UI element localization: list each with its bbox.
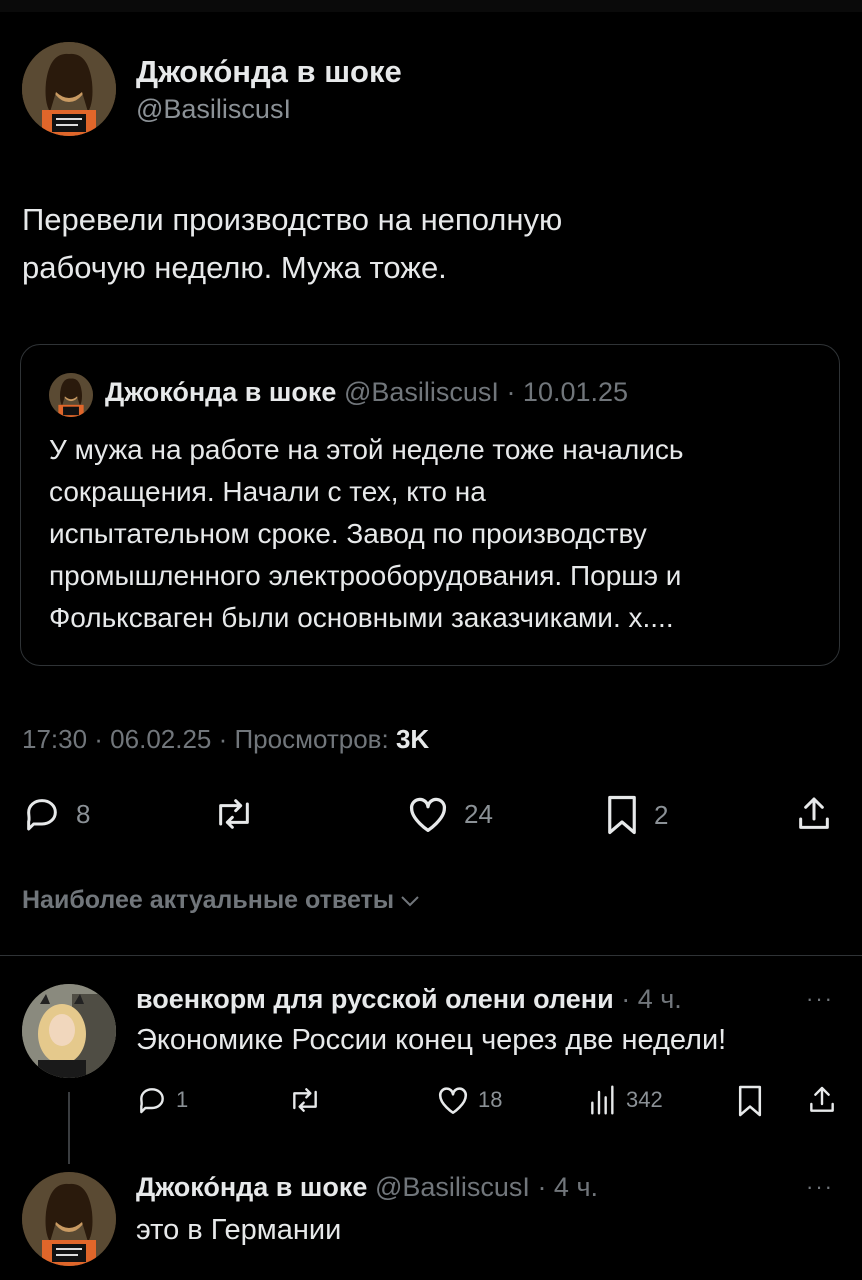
quote-line: испытательном сроке. Завод по производст…	[49, 518, 647, 549]
reply-author-handle[interactable]: @BasiliscusI	[375, 1172, 530, 1202]
reply-bookmark-button[interactable]	[736, 1084, 764, 1118]
quote-text: У мужа на работе на этой неделе тоже нач…	[49, 429, 829, 639]
reply-author-avatar[interactable]	[22, 1172, 116, 1266]
bookmark-icon	[608, 795, 636, 835]
tweet-timestamp[interactable]: 17:30 · 06.02.25 · Просмотров:	[22, 724, 396, 754]
chevron-down-icon	[401, 895, 419, 906]
quoted-tweet[interactable]: Джоко́нда в шоке @BasiliscusI · 10.01.25…	[20, 344, 840, 666]
author-handle[interactable]: @BasiliscusI	[136, 94, 291, 125]
mona-lisa-avatar-image	[49, 373, 93, 417]
view-count: 3K	[395, 724, 430, 754]
author-name[interactable]: Джоко́нда в шоке	[136, 54, 402, 90]
reply-author-avatar[interactable]	[22, 984, 116, 1078]
replies-sort-label: Наиболее актуальные ответы	[22, 886, 395, 914]
status-strip	[0, 0, 862, 12]
mona-lisa-avatar-image	[22, 1172, 116, 1266]
views-chart-icon	[591, 1085, 614, 1115]
reply-view-count: 342	[626, 1087, 663, 1112]
quote-line: промышленного электрооборудования. Поршэ…	[49, 560, 682, 591]
quote-header: Джоко́нда в шоке @BasiliscusI · 10.01.25	[105, 377, 628, 408]
reply-author-name[interactable]: Джоко́нда в шоке	[136, 1172, 367, 1202]
reply-like-count: 18	[478, 1087, 503, 1112]
bookmark-button[interactable]: 2	[604, 794, 668, 836]
reply-repost-button[interactable]	[286, 1084, 324, 1116]
quote-line: У мужа на работе на этой неделе тоже нач…	[49, 434, 684, 465]
reply-icon	[140, 1088, 164, 1114]
bookmark-icon	[738, 1085, 762, 1117]
quote-line: Фольксваген были основными заказчиками. …	[49, 602, 674, 633]
quote-line: сокращения. Начали с тех, кто на	[49, 476, 486, 507]
bookmark-count: 2	[654, 799, 669, 830]
reply-views-button[interactable]: 342	[588, 1084, 663, 1116]
thread-connector	[68, 1092, 70, 1164]
more-options-icon[interactable]: ···	[806, 986, 834, 1012]
author-avatar[interactable]	[22, 42, 116, 136]
reply-author-name[interactable]: военкорм для русской олени олени	[136, 984, 614, 1014]
replies-sort-dropdown[interactable]: Наиболее актуальные ответы	[22, 886, 420, 915]
quote-author-handle: @BasiliscusI	[343, 377, 499, 407]
repost-icon	[219, 799, 249, 829]
heart-icon	[409, 797, 447, 832]
quote-date: · 10.01.25	[506, 377, 629, 407]
tweet-meta: 17:30 · 06.02.25 · Просмотров: 3K	[22, 724, 429, 755]
reply-text: это в Германии	[136, 1214, 342, 1246]
like-button[interactable]: 24	[406, 794, 493, 834]
like-count: 24	[464, 798, 493, 829]
reply-reply-button[interactable]: 1	[136, 1084, 188, 1116]
divider	[0, 955, 862, 956]
share-icon	[799, 797, 829, 829]
reply-time: · 4 ч.	[621, 984, 682, 1014]
quote-author-avatar	[49, 373, 93, 417]
reply-header: военкорм для русской олени олени · 4 ч.	[136, 984, 682, 1015]
repost-button[interactable]	[210, 794, 258, 834]
quote-author-name: Джоко́нда в шоке	[105, 377, 337, 407]
more-options-icon[interactable]: ···	[806, 1174, 834, 1200]
reply-share-button[interactable]	[806, 1084, 838, 1116]
reply-time: · 4 ч.	[537, 1172, 599, 1202]
reply-button[interactable]: 8	[22, 794, 90, 834]
reply-like-button[interactable]: 18	[436, 1084, 502, 1116]
reply-header: Джоко́нда в шоке @BasiliscusI · 4 ч.	[136, 1172, 598, 1203]
reply-count: 8	[76, 798, 91, 829]
share-button[interactable]	[794, 794, 834, 834]
tweet-text-line: рабочую неделю. Мужа тоже.	[22, 250, 447, 285]
mona-lisa-avatar-image	[22, 42, 116, 136]
user-photo-avatar-image	[22, 984, 116, 1078]
share-icon	[810, 1086, 834, 1112]
heart-icon	[438, 1087, 468, 1115]
tweet-text-line: Перевели производство на неполную	[22, 202, 563, 237]
reply-icon	[27, 799, 57, 831]
reply-text: Экономике России конец через две недели!	[136, 1024, 727, 1056]
tweet-text: Перевели производство на неполную рабочу…	[22, 196, 842, 292]
repost-icon	[293, 1088, 317, 1112]
reply-reply-count: 1	[176, 1087, 189, 1112]
